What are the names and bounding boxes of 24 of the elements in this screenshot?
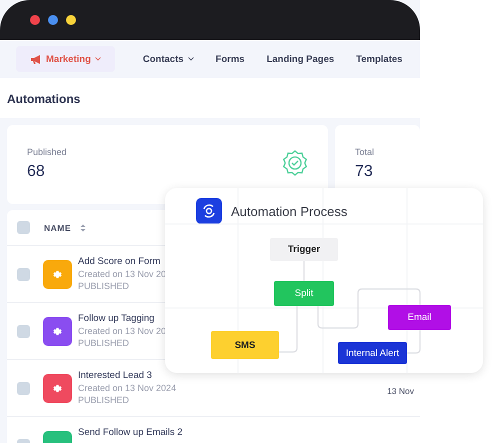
card-title: Automation Process xyxy=(231,204,348,218)
stat-label: Total xyxy=(355,147,374,157)
page-title: Automations xyxy=(7,92,82,106)
date-cell: 13 Nov xyxy=(387,386,414,396)
nav-item[interactable]: Templates xyxy=(356,46,402,72)
automation-name[interactable]: Send Follow up Emails 2 xyxy=(78,427,183,438)
column-header[interactable]: NAME xyxy=(44,222,72,232)
flow-node[interactable]: SMS xyxy=(211,331,279,359)
automation-name[interactable]: Follow up Tagging xyxy=(78,313,154,324)
flow-node[interactable]: Email xyxy=(388,305,451,330)
flow-node[interactable]: Internal Alert xyxy=(338,342,407,364)
nav-item[interactable]: Landing Pages xyxy=(266,46,334,72)
nav-item[interactable]: Forms xyxy=(216,46,245,72)
automation-name[interactable]: Interested Lead 3 xyxy=(78,370,152,381)
nav-item[interactable]: Contacts xyxy=(142,46,194,72)
created-date: Created on 13 Nov 2024 xyxy=(78,383,176,393)
stat-value: 73 xyxy=(355,163,374,181)
status-label: PUBLISHED xyxy=(78,338,130,348)
status-label: PUBLISHED xyxy=(78,395,130,405)
automation-name[interactable]: Add Score on Form xyxy=(78,256,160,267)
stat-value: 68 xyxy=(27,163,46,181)
status-label: PUBLISHED xyxy=(78,281,130,291)
flow-node[interactable]: Trigger xyxy=(270,238,338,261)
stat-label: Published xyxy=(27,147,67,157)
